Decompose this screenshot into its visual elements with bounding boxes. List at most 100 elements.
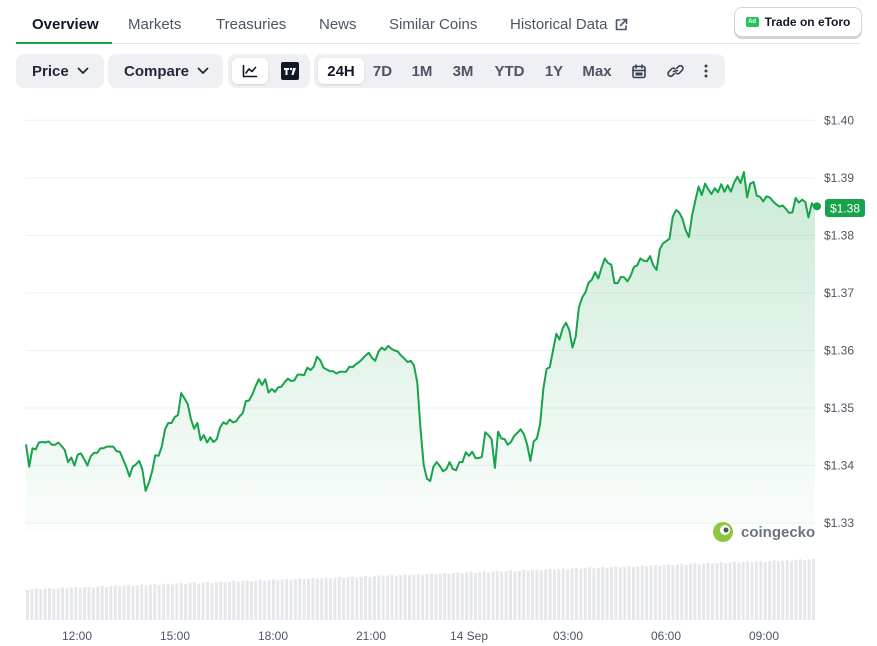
volume-bar bbox=[790, 560, 793, 620]
volume-bar bbox=[548, 568, 552, 620]
volume-bar bbox=[566, 569, 570, 620]
volume-bar bbox=[311, 577, 315, 620]
volume-bar bbox=[473, 572, 477, 620]
active-tab-underline bbox=[16, 42, 112, 44]
range-3m-button[interactable]: 3M bbox=[443, 58, 483, 84]
volume-bar bbox=[702, 563, 706, 620]
volume-bar bbox=[324, 577, 328, 620]
volume-bar bbox=[355, 577, 359, 620]
price-chart[interactable]: $1.40 $1.39 $1.38 $1.37 $1.36 $1.35 $1.34 $1.33… bbox=[0, 100, 877, 646]
volume-bar bbox=[39, 589, 43, 620]
volume-bar bbox=[785, 559, 789, 620]
volume-bar bbox=[289, 579, 293, 620]
volume-bar bbox=[302, 579, 306, 620]
more-options-button[interactable] bbox=[694, 58, 718, 84]
volume-bar bbox=[337, 576, 341, 620]
volume-bar bbox=[113, 585, 117, 620]
compare-dropdown[interactable]: Compare bbox=[108, 54, 223, 88]
volume-bar bbox=[170, 584, 174, 620]
volume-bar bbox=[434, 574, 438, 620]
share-link-button[interactable] bbox=[656, 58, 694, 84]
volume-bar bbox=[495, 570, 499, 620]
range-7d-button[interactable]: 7D bbox=[364, 58, 401, 84]
volume-bar bbox=[465, 572, 469, 620]
volume-bar bbox=[148, 584, 152, 620]
volume-bar bbox=[513, 571, 517, 620]
range-1m-button[interactable]: 1M bbox=[401, 58, 443, 84]
volume-bar bbox=[307, 578, 310, 620]
volume-bar bbox=[408, 575, 411, 620]
volume-bar bbox=[570, 568, 574, 620]
y-tick-label: $1.39 bbox=[824, 171, 854, 185]
volume-bar bbox=[364, 575, 368, 620]
volume-bar bbox=[653, 564, 657, 620]
volume-bar bbox=[640, 565, 644, 620]
volume-bar bbox=[390, 574, 394, 620]
range-ytd-button[interactable]: YTD bbox=[483, 58, 536, 84]
volume-bar bbox=[236, 582, 240, 620]
tab-historical-data[interactable]: Historical Data bbox=[510, 16, 628, 33]
price-dropdown[interactable]: Price bbox=[16, 54, 104, 88]
volume-bar bbox=[394, 575, 398, 620]
y-axis-labels: $1.40 $1.39 $1.38 $1.37 $1.36 $1.35 $1.34 $1.33 bbox=[824, 113, 854, 530]
price-dropdown-toggle[interactable]: Price bbox=[16, 54, 105, 88]
volume-bar bbox=[359, 576, 363, 620]
range-max-button[interactable]: Max bbox=[572, 58, 622, 84]
volume-bar bbox=[232, 580, 236, 620]
compare-dropdown-toggle[interactable]: Compare bbox=[108, 54, 225, 88]
volume-bar bbox=[689, 564, 693, 620]
x-tick-label: 12:00 bbox=[62, 629, 92, 643]
tab-label: Markets bbox=[128, 16, 182, 33]
volume-bar bbox=[531, 570, 534, 620]
volume-bar bbox=[175, 583, 179, 620]
y-tick-label: $1.33 bbox=[824, 516, 854, 530]
x-axis-labels: 12:00 15:00 18:00 21:00 14 Sep 03:00 06:00 09:0… bbox=[62, 629, 779, 643]
volume-bar bbox=[30, 589, 34, 620]
volume-bar bbox=[539, 570, 543, 620]
volume-bars bbox=[26, 558, 815, 620]
trade-on-etoro-button[interactable]: Ad Trade on eToro bbox=[734, 7, 862, 37]
tab-treasuries[interactable]: Treasuries bbox=[216, 16, 286, 33]
volume-bar bbox=[91, 587, 95, 620]
volume-bar bbox=[478, 572, 482, 620]
tab-similar-coins[interactable]: Similar Coins bbox=[389, 16, 477, 33]
y-tick-label: $1.40 bbox=[824, 113, 854, 127]
volume-bar bbox=[574, 567, 578, 620]
volume-bar bbox=[680, 563, 684, 620]
volume-bar bbox=[724, 563, 728, 620]
volume-bar bbox=[491, 571, 495, 620]
date-range-button[interactable] bbox=[622, 58, 656, 84]
volume-bar bbox=[228, 581, 231, 620]
volume-bar bbox=[87, 586, 91, 620]
volume-bar bbox=[350, 576, 354, 620]
volume-bar bbox=[201, 582, 205, 620]
volume-bar bbox=[105, 587, 108, 620]
x-tick-label: 18:00 bbox=[258, 629, 288, 643]
range-24h-button[interactable]: 24H bbox=[318, 58, 364, 84]
volume-bar bbox=[245, 580, 249, 620]
tab-news[interactable]: News bbox=[319, 16, 357, 33]
calendar-icon bbox=[632, 63, 646, 78]
range-1y-button[interactable]: 1Y bbox=[536, 58, 572, 84]
volume-bar bbox=[658, 565, 662, 620]
volume-bar bbox=[754, 561, 758, 620]
volume-bar bbox=[552, 569, 556, 620]
volume-bar bbox=[746, 561, 750, 620]
volume-bar bbox=[403, 574, 407, 620]
volume-bar bbox=[605, 567, 609, 620]
volume-bar bbox=[636, 566, 640, 620]
volume-bar bbox=[482, 571, 486, 620]
volume-bar bbox=[592, 568, 596, 620]
volume-bar bbox=[583, 568, 587, 620]
gecko-logo-icon bbox=[713, 522, 733, 542]
x-tick-label: 06:00 bbox=[651, 629, 681, 643]
volume-bar bbox=[430, 573, 433, 620]
tab-label: Similar Coins bbox=[389, 16, 478, 33]
tab-overview[interactable]: Overview bbox=[32, 16, 99, 33]
tab-markets[interactable]: Markets bbox=[128, 16, 181, 33]
volume-bar bbox=[776, 561, 780, 620]
volume-bar bbox=[372, 576, 376, 620]
tradingview-mode-button[interactable] bbox=[276, 58, 304, 84]
tab-label: Overview bbox=[32, 16, 99, 33]
line-chart-mode-button[interactable] bbox=[232, 58, 268, 84]
